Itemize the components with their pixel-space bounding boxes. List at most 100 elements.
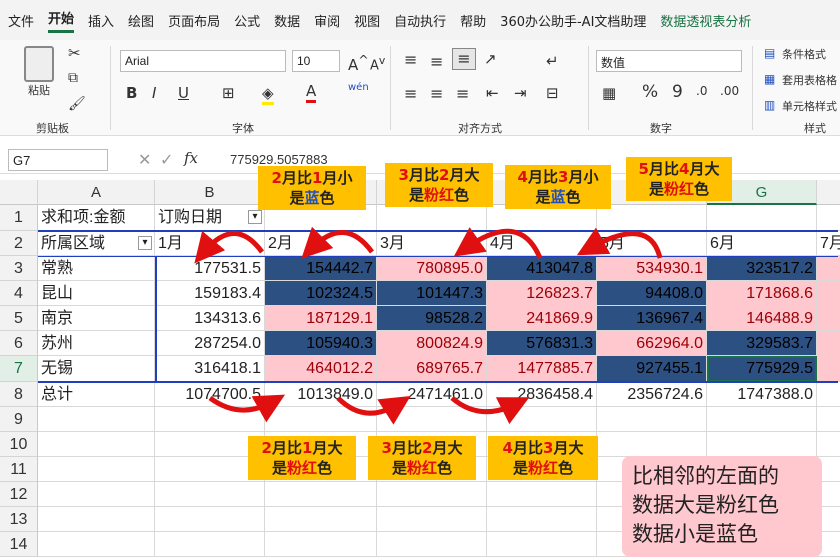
align-bottom-icon[interactable]: ≡ <box>452 48 476 70</box>
grid-cell[interactable] <box>265 532 377 557</box>
grid-cell[interactable] <box>38 407 155 432</box>
cell-style-button[interactable]: 单元格样式 <box>782 98 837 114</box>
pivot-column-label[interactable]: 订购日期 ▾ <box>155 205 265 231</box>
grid-cell[interactable] <box>377 507 487 532</box>
month-header[interactable]: 2月 <box>265 231 377 256</box>
region-label[interactable]: 无锡 <box>38 356 155 382</box>
grid-cell[interactable] <box>155 532 265 557</box>
data-cell[interactable]: 800824.9 <box>377 331 487 356</box>
decrease-decimal-icon[interactable]: .00 <box>720 84 739 98</box>
grid-cell[interactable] <box>265 482 377 507</box>
data-cell[interactable]: 154442.7 <box>265 256 377 281</box>
indent-icon[interactable]: ⇤ <box>486 84 499 102</box>
row-header[interactable]: 9 <box>0 407 38 432</box>
data-cell[interactable]: 316418.1 <box>155 356 265 382</box>
data-cell[interactable]: 662964.0 <box>597 331 707 356</box>
grid-cell[interactable] <box>38 432 155 457</box>
name-box[interactable]: G7 <box>8 149 108 171</box>
grid-cell[interactable] <box>707 407 817 432</box>
grid-cell[interactable] <box>597 205 707 231</box>
menu-view[interactable]: 视图 <box>354 11 380 30</box>
region-label[interactable]: 南京 <box>38 306 155 331</box>
table-format-button[interactable]: 套用表格格 <box>782 72 837 88</box>
grid-cell[interactable] <box>487 532 597 557</box>
grid-cell[interactable] <box>707 432 817 457</box>
data-cell[interactable]: 927455.1 <box>597 356 707 382</box>
menu-360-assistant[interactable]: 360办公助手-AI文档助理 <box>500 11 646 30</box>
region-label[interactable]: 总计 <box>38 382 155 407</box>
data-cell[interactable]: 2836458.4 <box>487 382 597 407</box>
row-header[interactable]: 3 <box>0 256 38 281</box>
data-cell[interactable]: 1013849.0 <box>265 382 377 407</box>
data-cell[interactable]: 146488.9 <box>707 306 817 331</box>
data-cell[interactable]: 534930.1 <box>597 256 707 281</box>
menu-data[interactable]: 数据 <box>274 11 300 30</box>
menu-page-layout[interactable]: 页面布局 <box>168 11 220 30</box>
cancel-icon[interactable]: ✕ <box>138 150 151 169</box>
row-header[interactable]: 2 <box>0 231 38 256</box>
row-header[interactable]: 10 <box>0 432 38 457</box>
menu-home[interactable]: 开始 <box>48 8 75 33</box>
grid-cell[interactable] <box>38 507 155 532</box>
data-cell[interactable]: 105940.3 <box>265 331 377 356</box>
data-cell[interactable]: 102324.5 <box>265 281 377 306</box>
row-header[interactable]: 8 <box>0 382 38 407</box>
shrink-font-icon[interactable]: Av <box>370 54 385 73</box>
data-cell[interactable]: 24 <box>817 382 840 407</box>
orientation-icon[interactable]: ↗ <box>484 50 497 68</box>
row-header[interactable]: 6 <box>0 331 38 356</box>
outdent-icon[interactable]: ⇥ <box>514 84 527 102</box>
grid-cell[interactable] <box>155 407 265 432</box>
month-header[interactable]: 4月 <box>487 231 597 256</box>
grid-cell[interactable] <box>377 532 487 557</box>
region-label[interactable]: 苏州 <box>38 331 155 356</box>
data-cell[interactable]: 171868.6 <box>707 281 817 306</box>
data-cell[interactable]: 3 <box>817 256 840 281</box>
row-header[interactable]: 5 <box>0 306 38 331</box>
month-header[interactable]: 3月 <box>377 231 487 256</box>
data-cell[interactable]: 1477885.7 <box>487 356 597 382</box>
column-header[interactable]: A <box>38 180 155 205</box>
data-cell[interactable]: 413047.8 <box>487 256 597 281</box>
border-icon[interactable]: ⊞ <box>222 84 235 102</box>
grid-cell[interactable] <box>377 205 487 231</box>
font-size-select[interactable]: 10 <box>292 50 340 72</box>
pivot-value-label[interactable]: 求和项:金额 <box>38 205 155 231</box>
data-cell[interactable]: 7 <box>817 356 840 382</box>
data-cell[interactable]: 2471461.0 <box>377 382 487 407</box>
menu-automate[interactable]: 自动执行 <box>394 11 446 30</box>
month-header[interactable]: 1月 <box>155 231 265 256</box>
grow-font-icon[interactable]: A^ <box>348 52 369 74</box>
row-header[interactable]: 13 <box>0 507 38 532</box>
data-cell[interactable]: 159183.4 <box>155 281 265 306</box>
month-header[interactable]: 6月 <box>707 231 817 256</box>
grid-cell[interactable] <box>487 482 597 507</box>
menu-review[interactable]: 审阅 <box>314 11 340 30</box>
filter-dropdown-icon[interactable]: ▾ <box>248 210 262 224</box>
month-header[interactable]: 7月 <box>817 231 840 256</box>
table-format-icon[interactable]: ▦ <box>764 72 775 86</box>
align-top-icon[interactable]: ≡ <box>404 50 417 69</box>
grid-cell[interactable] <box>377 407 487 432</box>
row-header[interactable]: 4 <box>0 281 38 306</box>
underline-button[interactable]: U <box>178 84 189 102</box>
row-header[interactable]: 7 <box>0 356 38 382</box>
formula-input[interactable]: 775929.5057883 <box>230 152 328 167</box>
data-cell[interactable]: 8 <box>817 281 840 306</box>
filter-dropdown-icon[interactable]: ▾ <box>138 236 152 250</box>
conditional-format-button[interactable]: 条件格式 <box>782 46 826 62</box>
data-cell[interactable]: 2356724.6 <box>597 382 707 407</box>
menu-draw[interactable]: 绘图 <box>128 11 154 30</box>
align-middle-icon[interactable]: ≡ <box>430 52 443 71</box>
enter-icon[interactable]: ✓ <box>160 150 173 169</box>
cut-icon[interactable]: ✂ <box>68 44 81 62</box>
format-painter-icon[interactable]: 🖌 <box>68 96 86 112</box>
grid-cell[interactable] <box>155 482 265 507</box>
data-cell[interactable]: 241869.9 <box>487 306 597 331</box>
data-cell[interactable]: 323517.2 <box>707 256 817 281</box>
accounting-icon[interactable]: ▦ <box>602 84 616 102</box>
month-header[interactable]: 5月 <box>597 231 707 256</box>
menu-file[interactable]: 文件 <box>8 11 34 30</box>
grid-cell[interactable] <box>155 507 265 532</box>
grid-cell[interactable] <box>265 407 377 432</box>
